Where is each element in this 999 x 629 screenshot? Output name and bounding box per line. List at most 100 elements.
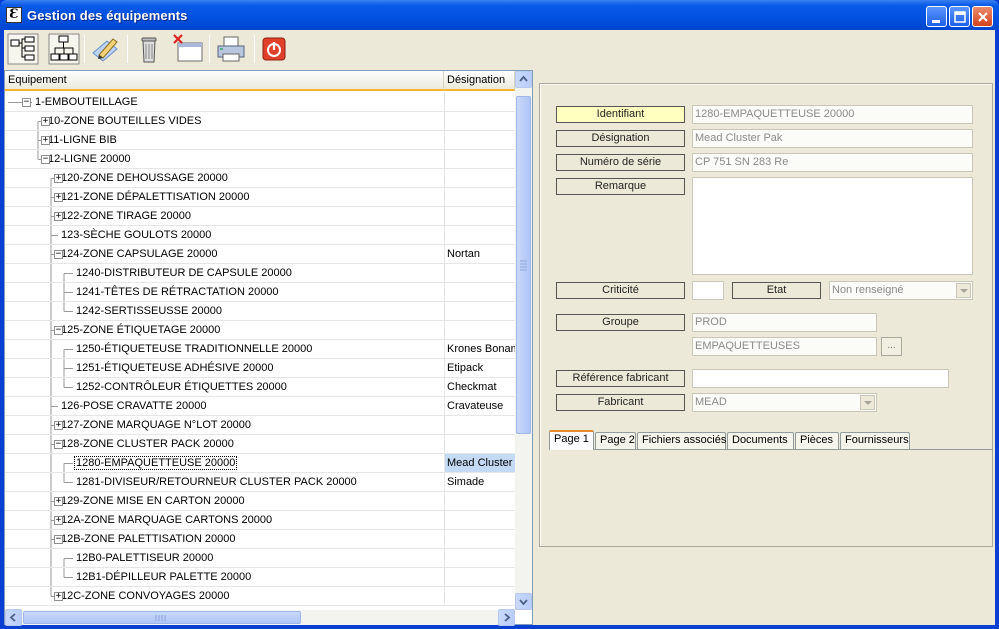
numero-serie-field[interactable]: CP 751 SN 283 Re: [692, 153, 973, 172]
criticite-field[interactable]: [692, 281, 724, 300]
tree-row[interactable]: 121-ZONE DÉPALETTISATION 20000 +: [5, 188, 515, 207]
tab-2[interactable]: Page 2: [595, 432, 636, 449]
tree-item-label[interactable]: 12B-ZONE PALETTISATION 20000: [60, 533, 236, 545]
tree-row[interactable]: 12A-ZONE MARQUAGE CARTONS 20000 +: [5, 511, 515, 530]
tab-4[interactable]: Documents: [727, 432, 794, 449]
reference-fabricant-field[interactable]: [692, 369, 949, 388]
tree-row[interactable]: 1251-ÉTIQUETEUSE ADHÉSIVE 20000 Etipack: [5, 359, 515, 378]
tree-item-label[interactable]: 124-ZONE CAPSULAGE 20000: [60, 248, 219, 260]
tree-item-label[interactable]: 129-ZONE MISE EN CARTON 20000: [60, 495, 246, 507]
fabricant-select[interactable]: MEAD: [692, 393, 877, 412]
tree-item-label[interactable]: 1250-ÉTIQUETEUSE TRADITIONNELLE 20000: [75, 343, 313, 355]
tab-6[interactable]: Fournisseurs: [840, 432, 910, 449]
tree-item-label[interactable]: 1242-SERTISSEUSSE 20000: [75, 305, 223, 317]
tree-row[interactable]: 12B1-DÉPILLEUR PALETTE 20000: [5, 568, 515, 587]
title-bar[interactable]: Ɛ Gestion des équipements: [0, 0, 999, 30]
collapse-minus-icon[interactable]: −: [22, 98, 31, 107]
tree-row[interactable]: 12-LIGNE 20000−: [5, 150, 515, 169]
tree-item-label[interactable]: 121-ZONE DÉPALETTISATION 20000: [60, 191, 251, 203]
tree-row[interactable]: 11-LIGNE BIB +: [5, 131, 515, 150]
tree-item-label[interactable]: 125-ZONE ÉTIQUETAGE 20000: [60, 324, 221, 336]
tree-row[interactable]: 124-ZONE CAPSULAGE 20000 Nortan −: [5, 245, 515, 264]
expand-plus-icon[interactable]: +: [54, 212, 63, 221]
tree-row[interactable]: 1241-TÊTES DE RÉTRACTATION 20000: [5, 283, 515, 302]
column-header-designation[interactable]: Désignation: [444, 71, 515, 90]
horizontal-scroll-thumb[interactable]: [23, 611, 301, 624]
tree-row[interactable]: 10-ZONE BOUTEILLES VIDES +: [5, 112, 515, 131]
expand-plus-icon[interactable]: +: [54, 174, 63, 183]
tree-item-label[interactable]: 127-ZONE MARQUAGE N°LOT 20000: [60, 419, 252, 431]
tree-item-label[interactable]: 122-ZONE TIRAGE 20000: [60, 210, 192, 222]
tree-item-label[interactable]: 1251-ÉTIQUETEUSE ADHÉSIVE 20000: [75, 362, 274, 374]
tree-item-label[interactable]: 1280-EMPAQUETTEUSE 20000: [73, 456, 238, 470]
tree-item-label[interactable]: 12C-ZONE CONVOYAGES 20000: [60, 590, 231, 602]
maximize-button[interactable]: [949, 6, 970, 27]
tree-row[interactable]: 1280-EMPAQUETTEUSE 20000 Mead Cluster P: [5, 454, 515, 473]
tree-item-label[interactable]: 12B1-DÉPILLEUR PALETTE 20000: [75, 571, 252, 583]
vertical-scroll-thumb[interactable]: [516, 96, 531, 434]
tree-row[interactable]: 128-ZONE CLUSTER PACK 20000−: [5, 435, 515, 454]
scroll-down-button[interactable]: [515, 593, 532, 610]
tree-row[interactable]: 122-ZONE TIRAGE 20000 +: [5, 207, 515, 226]
identifiant-field[interactable]: 1280-EMPAQUETTEUSE 20000: [692, 105, 973, 124]
browse-groupe-button[interactable]: ...: [881, 337, 902, 356]
tree-row[interactable]: 126-POSE CRAVATTE 20000 Cravateuse: [5, 397, 515, 416]
tree-row[interactable]: 129-ZONE MISE EN CARTON 20000 +: [5, 492, 515, 511]
tab-3[interactable]: Fichiers associés: [637, 432, 726, 449]
expand-plus-icon[interactable]: +: [54, 497, 63, 506]
tree-row[interactable]: 1250-ÉTIQUETEUSE TRADITIONNELLE 20000 Kro…: [5, 340, 515, 359]
tree-item-label[interactable]: 120-ZONE DEHOUSSAGE 20000: [60, 172, 229, 184]
equipment-tree[interactable]: Equipement Désignation 1-EMBOUTEILLAGE −1…: [4, 70, 533, 626]
tree-item-label[interactable]: 1252-CONTRÔLEUR ÉTIQUETTES 20000: [75, 381, 288, 393]
groupe-sub-field[interactable]: EMPAQUETTEUSES: [692, 337, 877, 356]
column-header-equipement[interactable]: Equipement: [5, 71, 444, 90]
tree-row[interactable]: 12B0-PALETTISEUR 20000: [5, 549, 515, 568]
tree-item-label[interactable]: 126-POSE CRAVATTE 20000: [60, 400, 208, 412]
tree-item-label[interactable]: 128-ZONE CLUSTER PACK 20000: [60, 438, 235, 450]
tree-row[interactable]: 1281-DIVISEUR/RETOURNEUR CLUSTER PACK 20…: [5, 473, 515, 492]
expand-plus-icon[interactable]: +: [41, 117, 50, 126]
tree-row[interactable]: 1240-DISTRIBUTEUR DE CAPSULE 20000: [5, 264, 515, 283]
scroll-right-button[interactable]: [498, 609, 515, 626]
tree-row[interactable]: 12B-ZONE PALETTISATION 20000−: [5, 530, 515, 549]
tree-item-label[interactable]: 1241-TÊTES DE RÉTRACTATION 20000: [75, 286, 280, 298]
tree-item-label[interactable]: 1-EMBOUTEILLAGE: [34, 96, 139, 108]
tree-row[interactable]: 127-ZONE MARQUAGE N°LOT 20000 +: [5, 416, 515, 435]
tree-item-label[interactable]: 12B0-PALETTISEUR 20000: [75, 552, 214, 564]
collapse-minus-icon[interactable]: −: [54, 535, 63, 544]
power-button[interactable]: [258, 33, 290, 65]
tree-row[interactable]: 1-EMBOUTEILLAGE −: [5, 93, 515, 112]
vertical-scrollbar[interactable]: [515, 71, 532, 610]
scroll-up-button[interactable]: [515, 71, 532, 88]
print-button[interactable]: [215, 33, 247, 65]
tree-item-label[interactable]: 11-LIGNE BIB: [47, 134, 118, 146]
tree-row[interactable]: 1242-SERTISSEUSSE 20000: [5, 302, 515, 321]
collapse-minus-icon[interactable]: −: [54, 250, 63, 259]
remarque-textarea[interactable]: [692, 177, 973, 275]
close-button[interactable]: [972, 6, 993, 27]
tree-item-label[interactable]: 12A-ZONE MARQUAGE CARTONS 20000: [60, 514, 273, 526]
chevron-down-icon[interactable]: [860, 395, 875, 410]
edit-button[interactable]: [89, 33, 121, 65]
tree-item-label[interactable]: 1281-DIVISEUR/RETOURNEUR CLUSTER PACK 20…: [75, 476, 358, 488]
collapse-minus-icon[interactable]: −: [41, 155, 50, 164]
expand-plus-icon[interactable]: +: [41, 136, 50, 145]
minimize-button[interactable]: [926, 6, 947, 27]
etat-select[interactable]: Non renseigné: [829, 281, 973, 300]
collapse-minus-icon[interactable]: −: [54, 326, 63, 335]
expand-plus-icon[interactable]: +: [54, 193, 63, 202]
trash-button[interactable]: [134, 33, 166, 65]
groupe-field[interactable]: PROD: [692, 313, 877, 332]
tree-item-label[interactable]: 123-SÈCHE GOULOTS 20000: [60, 229, 212, 241]
tree-row[interactable]: 123-SÈCHE GOULOTS 20000: [5, 226, 515, 245]
tree-expand-button[interactable]: [7, 33, 39, 65]
hierarchy-button[interactable]: [48, 33, 80, 65]
expand-plus-icon[interactable]: +: [54, 516, 63, 525]
designation-field[interactable]: Mead Cluster Pak: [692, 129, 973, 148]
tree-row[interactable]: 1252-CONTRÔLEUR ÉTIQUETTES 20000 Checkmat: [5, 378, 515, 397]
tree-row[interactable]: 12C-ZONE CONVOYAGES 20000 +: [5, 587, 515, 606]
collapse-minus-icon[interactable]: −: [54, 440, 63, 449]
tree-item-label[interactable]: 12-LIGNE 20000: [47, 153, 132, 165]
scroll-left-button[interactable]: [5, 609, 22, 626]
tab-1[interactable]: Page 1: [549, 430, 594, 450]
